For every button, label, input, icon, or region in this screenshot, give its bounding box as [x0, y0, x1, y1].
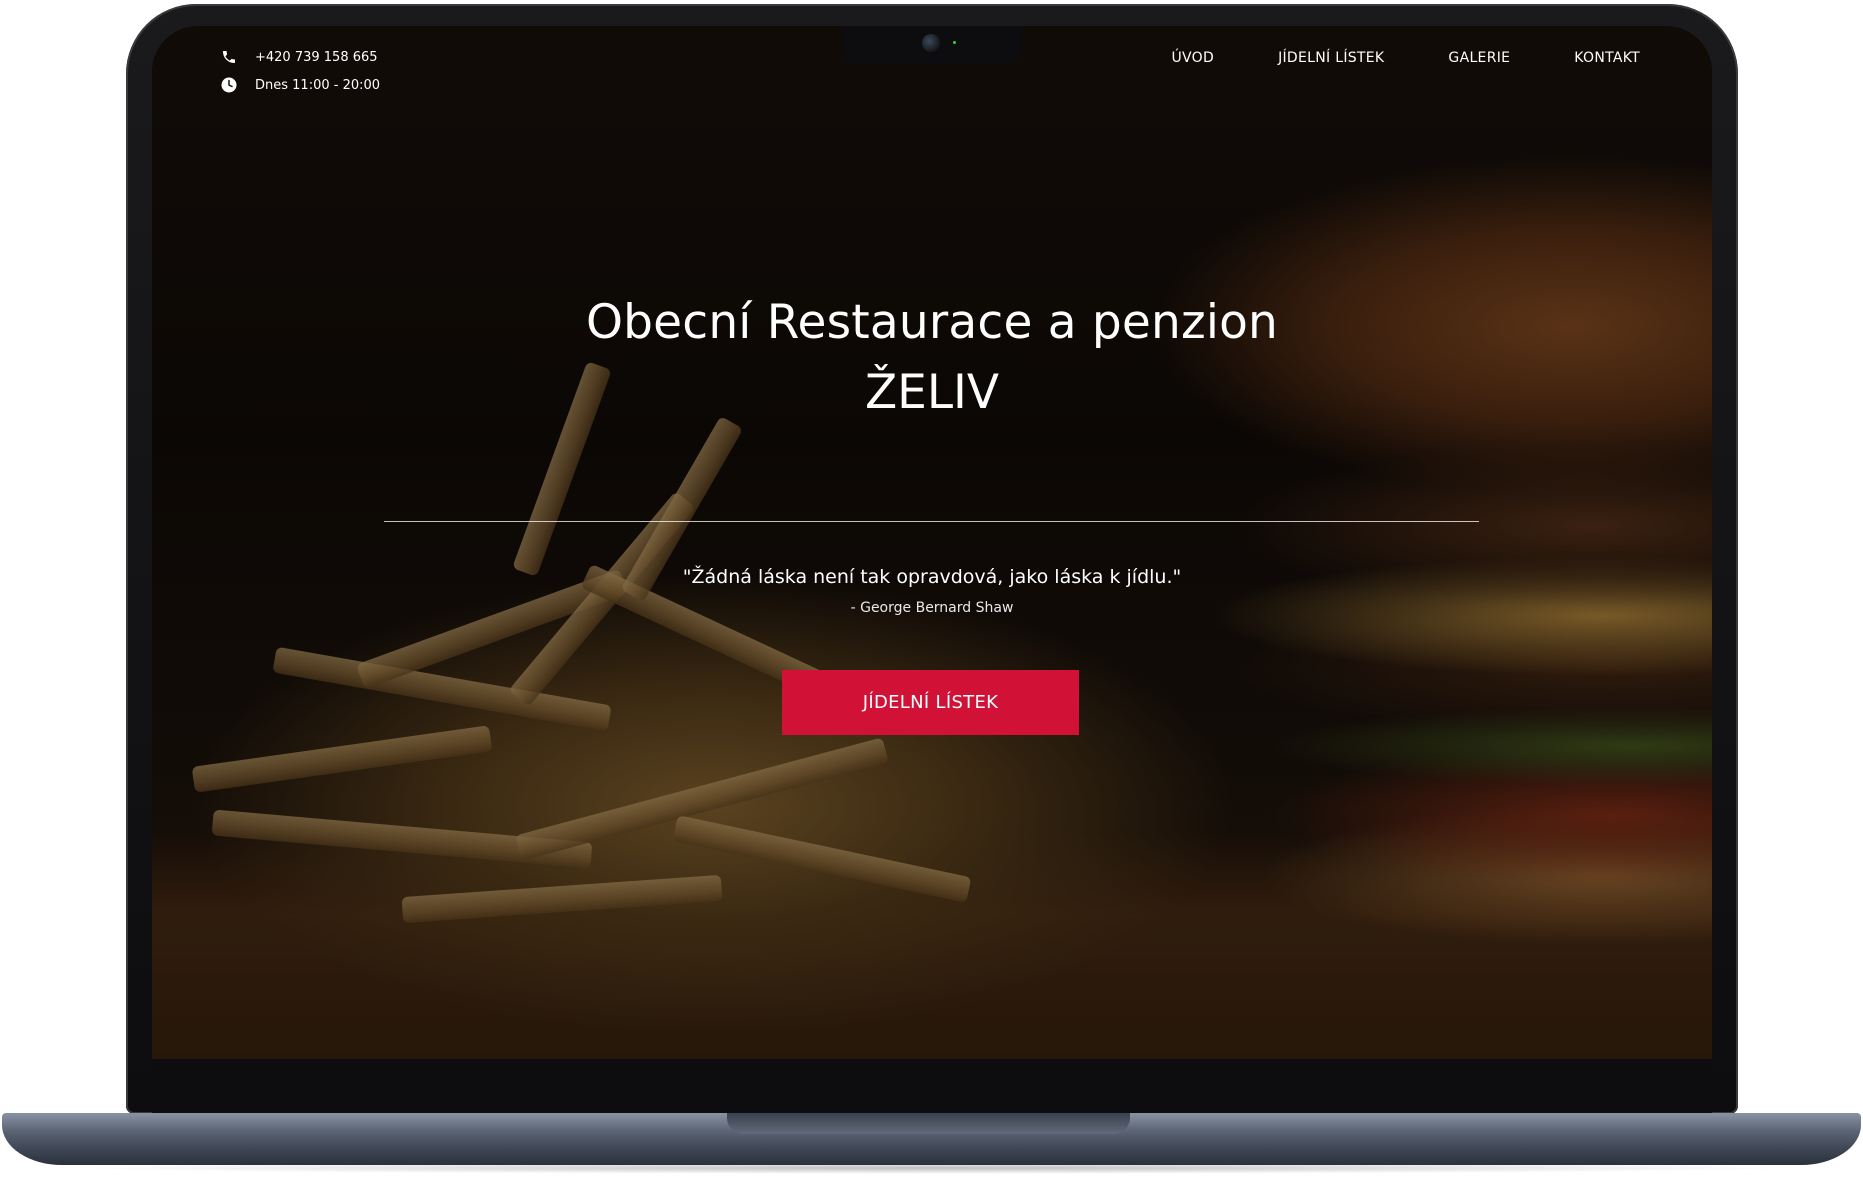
- phone-row[interactable]: +420 739 158 665: [220, 43, 380, 71]
- camera-indicator: [953, 41, 956, 44]
- hero-title-line2: ŽELIV: [864, 365, 1000, 420]
- screen-bezel-bottom: [152, 1059, 1712, 1114]
- clock-icon: [220, 76, 238, 94]
- nav-item-galerie[interactable]: GALERIE: [1448, 50, 1510, 66]
- hero-heading: Obecní Restaurace a penzion ŽELIV: [152, 288, 1712, 428]
- camera-notch: [842, 26, 1022, 64]
- laptop-mockup: +420 739 158 665 Dnes 11:00 - 20:00 ÚVOD…: [0, 0, 1863, 1177]
- laptop-lid-opening-notch: [727, 1113, 1130, 1134]
- hero-title-line1: Obecní Restaurace a penzion: [585, 295, 1279, 350]
- nav-item-kontakt[interactable]: KONTAKT: [1574, 50, 1640, 66]
- main-navigation: ÚVOD JÍDELNÍ LÍSTEK GALERIE KONTAKT: [1108, 50, 1641, 66]
- hero-divider: [384, 521, 1479, 522]
- camera-icon: [922, 34, 940, 52]
- menu-cta-button[interactable]: JÍDELNÍ LÍSTEK: [782, 670, 1079, 735]
- phone-number[interactable]: +420 739 158 665: [255, 50, 378, 65]
- quote-author: - George Bernard Shaw: [850, 600, 1014, 616]
- hero-overlay: [152, 26, 1712, 1059]
- contact-info: +420 739 158 665 Dnes 11:00 - 20:00: [220, 43, 380, 99]
- browser-screen: +420 739 158 665 Dnes 11:00 - 20:00 ÚVOD…: [152, 26, 1712, 1059]
- nav-item-jidelni-listek[interactable]: JÍDELNÍ LÍSTEK: [1278, 50, 1384, 66]
- nav-item-uvod[interactable]: ÚVOD: [1172, 50, 1215, 66]
- hero-quote: "Žádná láska není tak opravdová, jako lá…: [682, 566, 1182, 588]
- opening-hours: Dnes 11:00 - 20:00: [255, 77, 381, 93]
- hours-row: Dnes 11:00 - 20:00: [220, 71, 380, 99]
- phone-icon: [220, 48, 238, 66]
